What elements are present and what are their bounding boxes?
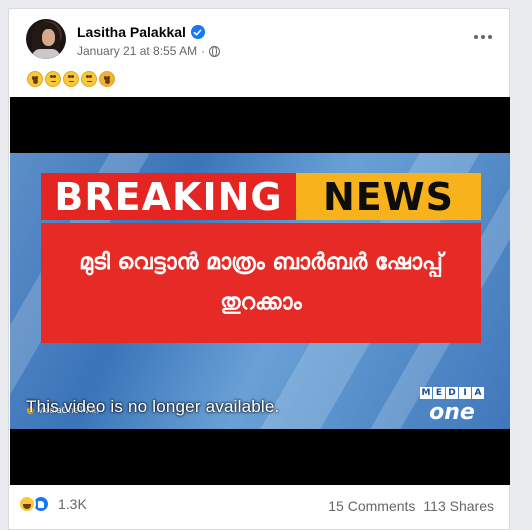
comments-link[interactable]: 15 Comments — [328, 498, 415, 514]
news-box: NEWS — [296, 173, 481, 220]
astonished-emoji-icon — [27, 71, 43, 87]
rolling-eyes-emoji-icon — [45, 71, 61, 87]
post-timestamp[interactable]: January 21 at 8:55 AM — [77, 44, 197, 58]
news-label: NEWS — [322, 174, 455, 219]
dot-icon — [474, 35, 478, 39]
post-text-emojis — [27, 71, 115, 87]
logo-letter: I — [459, 387, 471, 399]
engagement-counts: 15 Comments 113 Shares — [328, 498, 494, 514]
headline-line-1: മുടി വെട്ടാൻ മാത്രം ബാർബർ ഷോപ്പ് — [79, 250, 443, 275]
globe-icon[interactable] — [209, 45, 221, 57]
author-avatar[interactable] — [26, 19, 66, 59]
avatar-face — [42, 29, 55, 46]
video-unavailable-message: This video is no longer available. — [26, 397, 280, 416]
rolling-eyes-emoji-icon — [63, 71, 79, 87]
post-meta: January 21 at 8:55 AM · — [77, 44, 221, 58]
logo-media-letters: M E D I A — [420, 387, 484, 399]
shares-link[interactable]: 113 Shares — [423, 498, 494, 514]
haha-reaction-icon — [18, 495, 36, 513]
dot-icon — [488, 35, 492, 39]
open-mouth-hand-emoji-icon — [99, 71, 115, 87]
author-name[interactable]: Lasitha Palakkal — [77, 24, 186, 40]
logo-letter: A — [472, 387, 484, 399]
video-player[interactable]: BREAKING NEWS മുടി വെട്ടാൻ മാത്രം ബാർബർ … — [10, 97, 510, 485]
breaking-news-banner: BREAKING NEWS — [41, 173, 481, 220]
headline-panel: മുടി വെട്ടാൻ മാത്രം ബാർബർ ഷോപ്പ് തുറക്കാ… — [41, 223, 481, 343]
logo-letter: E — [433, 387, 445, 399]
avatar-shirt — [32, 49, 60, 59]
dot-icon — [481, 35, 485, 39]
logo-word: one — [429, 400, 475, 425]
post-options-button[interactable] — [469, 27, 497, 47]
reactions-summary[interactable]: 1.3K — [18, 495, 87, 513]
logo-letter: M — [420, 387, 432, 399]
rolling-eyes-emoji-icon — [81, 71, 97, 87]
reaction-count[interactable]: 1.3K — [58, 496, 87, 512]
author-line: Lasitha Palakkal — [77, 22, 205, 42]
mediaone-logo: M E D I A one — [414, 387, 490, 429]
headline-line-2: തുറക്കാം — [220, 290, 302, 315]
verified-badge-icon — [190, 25, 205, 39]
logo-letter: D — [446, 387, 458, 399]
meta-separator: · — [201, 44, 206, 58]
breaking-box: BREAKING — [41, 173, 296, 220]
breaking-label: BREAKING — [54, 174, 283, 219]
